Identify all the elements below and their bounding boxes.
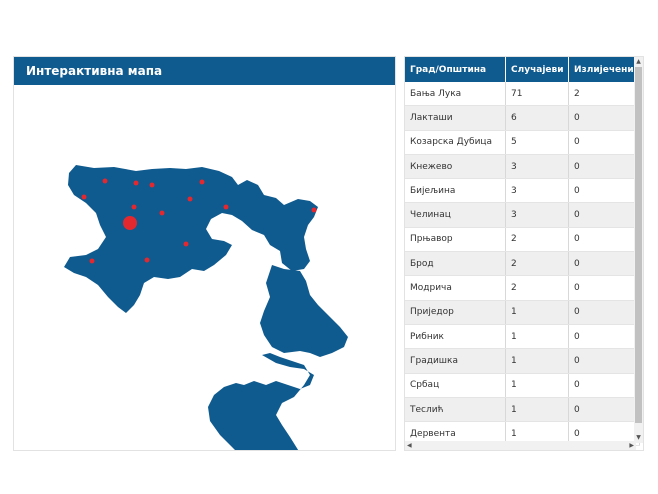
table-row: Теслић 1 0 — [405, 397, 640, 423]
cell-cases: 3 — [505, 178, 569, 204]
cell-municipality: Рибник — [405, 324, 506, 350]
cell-municipality: Србац — [405, 373, 506, 398]
vertical-scroll-thumb[interactable] — [635, 67, 642, 423]
cell-recovered: 0 — [568, 324, 640, 350]
table-row: Бијељина 3 0 — [405, 178, 640, 204]
cell-recovered: 0 — [568, 251, 640, 277]
table-row: Челинац 3 0 — [405, 202, 640, 228]
table-row: Србац 1 0 — [405, 373, 640, 398]
table-row: Модрича 2 0 — [405, 275, 640, 301]
cell-recovered: 0 — [568, 397, 640, 423]
cell-cases: 1 — [505, 348, 569, 374]
header-municipality[interactable]: Град/Општина — [405, 57, 506, 82]
cell-recovered: 0 — [568, 227, 640, 253]
cell-municipality: Лакташи — [405, 105, 506, 131]
cell-municipality: Теслић — [405, 397, 506, 423]
marker[interactable] — [131, 204, 137, 210]
header-recovered[interactable]: Излијечени — [568, 57, 640, 82]
table-row: Приједор 1 0 — [405, 300, 640, 325]
cell-recovered: 0 — [568, 154, 640, 180]
table-row: Кнежево 3 0 — [405, 154, 640, 180]
cell-municipality: Бијељина — [405, 178, 506, 204]
cell-cases: 2 — [505, 251, 569, 277]
table-row: Бања Лука 71 2 — [405, 82, 640, 107]
marker[interactable] — [144, 257, 150, 263]
cell-cases: 3 — [505, 154, 569, 180]
cell-municipality: Бања Лука — [405, 82, 506, 107]
table-row: Прњавор 2 0 — [405, 227, 640, 253]
marker[interactable] — [183, 241, 189, 247]
cell-cases: 2 — [505, 275, 569, 301]
marker[interactable] — [159, 210, 165, 216]
cell-municipality: Козарска Дубица — [405, 130, 506, 155]
cell-cases: 6 — [505, 105, 569, 131]
cell-cases: 1 — [505, 324, 569, 350]
republic-map[interactable] — [14, 85, 395, 450]
cell-cases: 71 — [505, 82, 569, 107]
table-row: Лакташи 6 0 — [405, 105, 640, 131]
cell-municipality: Прњавор — [405, 227, 506, 253]
marker[interactable] — [102, 178, 108, 184]
table-row: Градишка 1 0 — [405, 348, 640, 374]
cell-municipality: Кнежево — [405, 154, 506, 180]
cases-table-panel: Град/Општина Случајеви Излијечени Бања Л… — [404, 56, 644, 451]
cell-municipality: Градишка — [405, 348, 506, 374]
cell-cases: 1 — [505, 300, 569, 325]
cell-cases: 1 — [505, 397, 569, 423]
cell-recovered: 0 — [568, 275, 640, 301]
cell-recovered: 0 — [568, 348, 640, 374]
scroll-right-icon[interactable]: ▶ — [629, 442, 634, 449]
marker[interactable] — [187, 196, 193, 202]
map-title: Интерактивна мапа — [14, 57, 395, 85]
header-cases[interactable]: Случајеви — [505, 57, 569, 82]
marker[interactable] — [133, 180, 139, 186]
map-region-south[interactable] — [208, 353, 314, 450]
cell-recovered: 0 — [568, 300, 640, 325]
cell-cases: 5 — [505, 130, 569, 155]
cell-recovered: 0 — [568, 373, 640, 398]
table-row: Брод 2 0 — [405, 251, 640, 277]
cell-municipality: Модрича — [405, 275, 506, 301]
marker[interactable] — [223, 204, 229, 210]
cell-recovered: 0 — [568, 178, 640, 204]
horizontal-scrollbar[interactable]: ◀ ▶ — [405, 441, 636, 450]
scroll-down-icon[interactable]: ▼ — [635, 434, 642, 442]
marker-banja-luka[interactable] — [123, 216, 137, 230]
cell-municipality: Приједор — [405, 300, 506, 325]
cell-municipality: Челинац — [405, 202, 506, 228]
scroll-left-icon[interactable]: ◀ — [407, 442, 412, 449]
cell-cases: 2 — [505, 227, 569, 253]
marker-bijeljina[interactable] — [311, 207, 317, 213]
cell-cases: 1 — [505, 373, 569, 398]
cell-recovered: 0 — [568, 130, 640, 155]
cell-recovered: 0 — [568, 202, 640, 228]
marker[interactable] — [89, 258, 95, 264]
marker[interactable] — [199, 179, 205, 185]
marker[interactable] — [149, 182, 155, 188]
cell-recovered: 2 — [568, 82, 640, 107]
cell-municipality: Брод — [405, 251, 506, 277]
vertical-scrollbar[interactable]: ▲ ▼ — [634, 57, 643, 443]
map-region-east[interactable] — [260, 265, 348, 357]
table-header-row: Град/Општина Случајеви Излијечени — [405, 57, 640, 82]
cell-cases: 3 — [505, 202, 569, 228]
map-panel: Интерактивна мапа — [13, 56, 396, 451]
table-row: Рибник 1 0 — [405, 324, 640, 350]
cases-table: Град/Општина Случајеви Излијечени Бања Л… — [405, 57, 640, 447]
table-row: Козарска Дубица 5 0 — [405, 130, 640, 155]
cell-recovered: 0 — [568, 105, 640, 131]
marker[interactable] — [81, 194, 87, 200]
scroll-up-icon[interactable]: ▲ — [635, 58, 642, 66]
